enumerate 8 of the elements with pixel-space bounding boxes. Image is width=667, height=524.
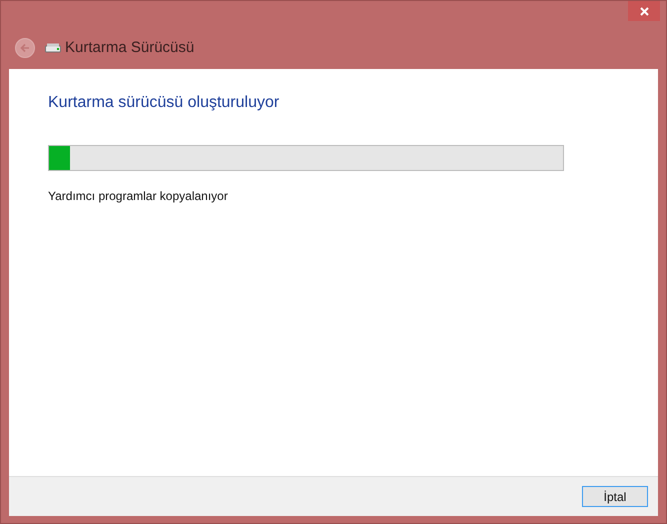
close-icon — [640, 6, 648, 16]
cancel-button[interactable]: İptal — [582, 486, 648, 507]
drive-icon — [45, 43, 61, 54]
page-heading: Kurtarma sürücüsü oluşturuluyor — [48, 93, 280, 113]
back-arrow-icon — [20, 43, 30, 54]
close-button[interactable] — [628, 1, 660, 21]
window-title: Kurtarma Sürücüsü — [65, 38, 194, 58]
status-text: Yardımcı programlar kopyalanıyor — [48, 188, 229, 205]
